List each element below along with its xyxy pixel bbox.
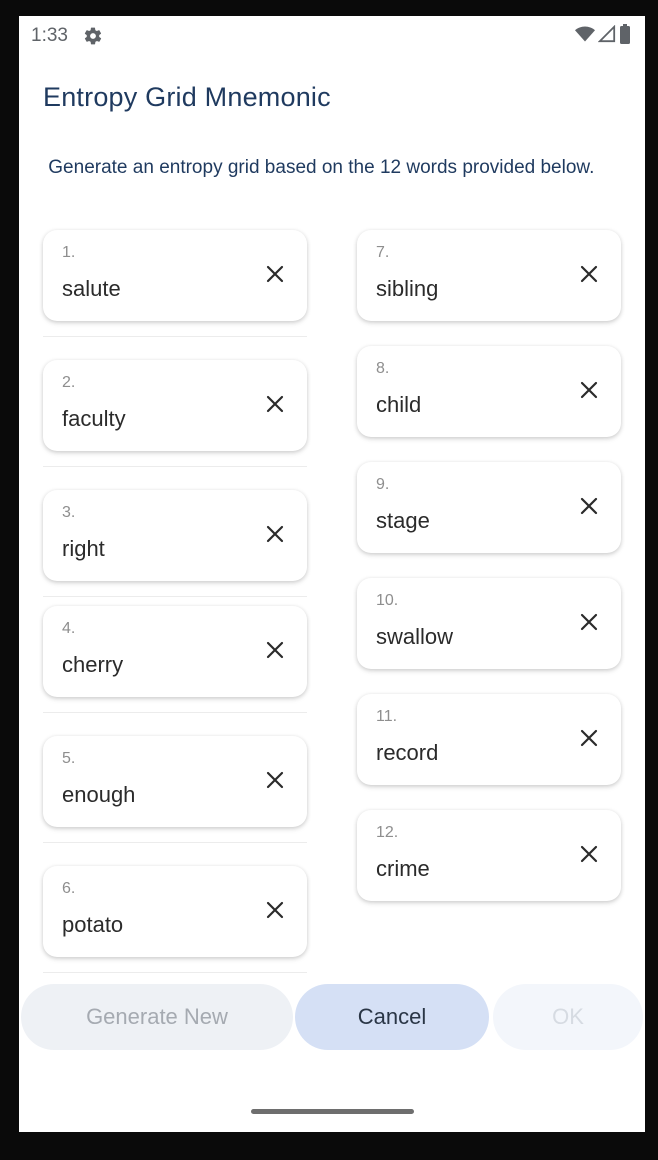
word-card[interactable]: 8. child: [357, 346, 621, 437]
signal-icon: [598, 25, 616, 43]
gear-icon: [84, 27, 102, 45]
wifi-icon: [575, 26, 595, 42]
card-divider: [43, 596, 307, 597]
word-card[interactable]: 2. faculty: [43, 360, 307, 451]
word-card[interactable]: 9. stage: [357, 462, 621, 553]
word-number: 7.: [376, 244, 390, 261]
word-number: 12.: [376, 824, 399, 841]
word-text[interactable]: sibling: [376, 276, 438, 302]
word-text[interactable]: crime: [376, 856, 430, 882]
word-text[interactable]: salute: [62, 276, 121, 302]
word-number: 8.: [376, 360, 390, 377]
page-description: Generate an entropy grid based on the 12…: [43, 157, 595, 178]
word-number: 11.: [376, 708, 398, 725]
word-card[interactable]: 10. swallow: [357, 578, 621, 669]
card-divider: [43, 336, 307, 337]
word-number: 3.: [62, 504, 76, 521]
word-card[interactable]: 7. sibling: [357, 230, 621, 321]
close-icon[interactable]: [265, 640, 285, 660]
word-text[interactable]: stage: [376, 508, 430, 534]
close-icon[interactable]: [579, 612, 599, 632]
word-number: 4.: [62, 620, 76, 637]
close-icon[interactable]: [579, 728, 599, 748]
word-text[interactable]: enough: [62, 782, 135, 808]
ok-button[interactable]: OK: [493, 984, 643, 1050]
close-icon[interactable]: [579, 844, 599, 864]
word-number: 9.: [376, 476, 390, 493]
word-text[interactable]: cherry: [62, 652, 123, 678]
card-divider: [43, 466, 307, 467]
generate-new-button[interactable]: Generate New: [21, 984, 293, 1050]
word-number: 10.: [376, 592, 399, 609]
status-bar: 1:33: [19, 16, 645, 56]
close-icon[interactable]: [265, 900, 285, 920]
close-icon[interactable]: [265, 524, 285, 544]
word-card[interactable]: 4. cherry: [43, 606, 307, 697]
device-frame: 1:33 Entropy Grid Mnemonic Generate an e…: [0, 0, 658, 1160]
navigation-handle[interactable]: [251, 1109, 414, 1114]
word-text[interactable]: potato: [62, 912, 123, 938]
card-divider: [43, 712, 307, 713]
close-icon[interactable]: [265, 770, 285, 790]
word-card[interactable]: 1. salute: [43, 230, 307, 321]
word-card[interactable]: 5. enough: [43, 736, 307, 827]
battery-icon: [620, 24, 630, 44]
word-text[interactable]: right: [62, 536, 105, 562]
word-card[interactable]: 12. crime: [357, 810, 621, 901]
cancel-button[interactable]: Cancel: [295, 984, 489, 1050]
word-number: 2.: [62, 374, 76, 391]
word-text[interactable]: record: [376, 740, 438, 766]
close-icon[interactable]: [579, 496, 599, 516]
word-card[interactable]: 3. right: [43, 490, 307, 581]
close-icon[interactable]: [579, 380, 599, 400]
close-icon[interactable]: [579, 264, 599, 284]
page-title: Entropy Grid Mnemonic: [43, 82, 331, 112]
word-card[interactable]: 6. potato: [43, 866, 307, 957]
status-icons: [575, 24, 631, 44]
card-divider: [43, 972, 307, 973]
close-icon[interactable]: [265, 394, 285, 414]
word-number: 5.: [62, 750, 76, 767]
word-text[interactable]: swallow: [376, 624, 453, 650]
card-divider: [43, 842, 307, 843]
word-number: 6.: [62, 880, 76, 897]
word-number: 1.: [62, 244, 76, 261]
word-text[interactable]: child: [376, 392, 421, 418]
status-time: 1:33: [31, 25, 68, 46]
close-icon[interactable]: [265, 264, 285, 284]
word-text[interactable]: faculty: [62, 406, 126, 432]
app-screen: 1:33 Entropy Grid Mnemonic Generate an e…: [19, 16, 645, 1132]
word-card[interactable]: 11. record: [357, 694, 621, 785]
